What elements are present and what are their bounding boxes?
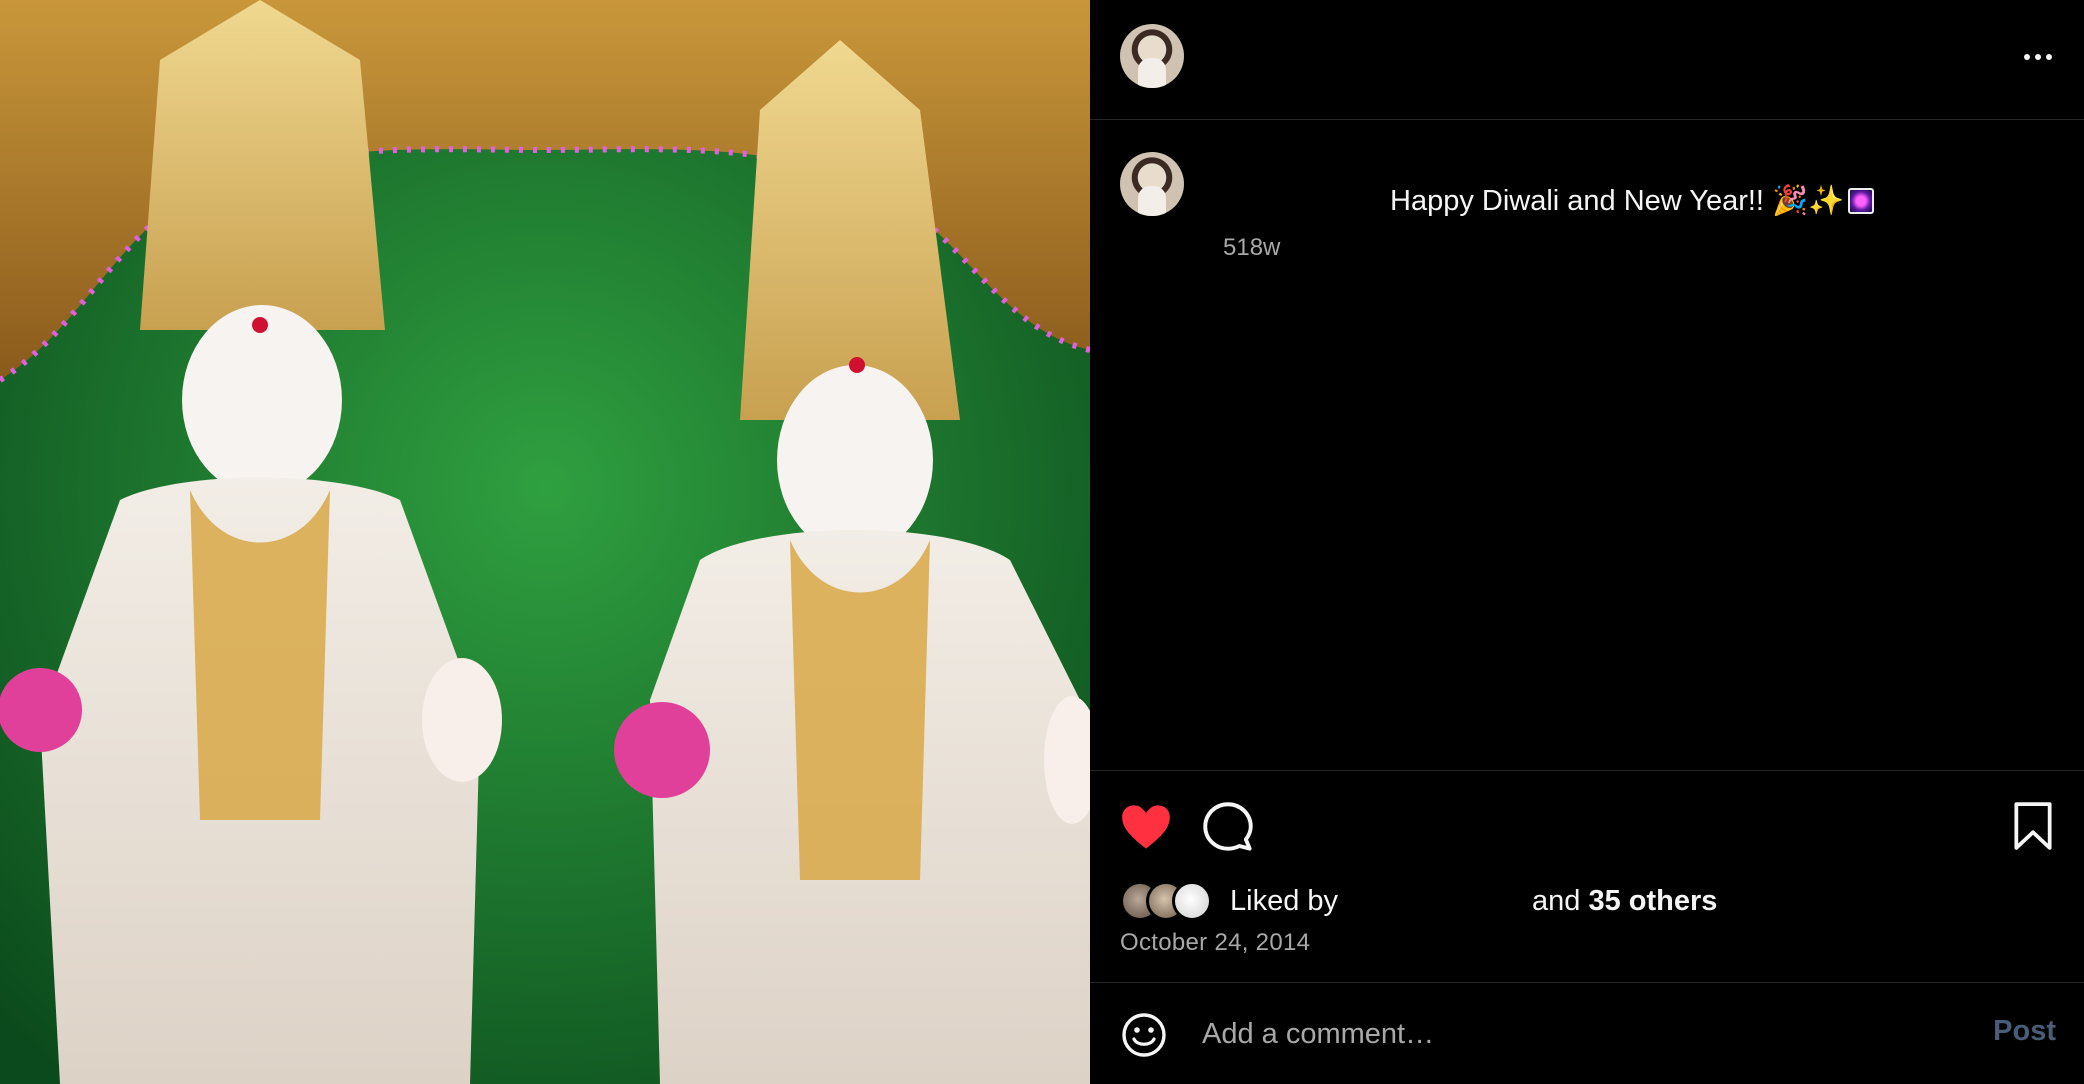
likes-summary[interactable]: Liked by and 35 others <box>1120 879 2020 923</box>
more-options-icon[interactable] <box>2018 42 2058 72</box>
liked-by-label: Liked by <box>1230 885 1339 917</box>
liker-avatar <box>1172 881 1212 921</box>
dot <box>2046 54 2052 60</box>
caption-text: Happy Diwali and New Year!! 🎉✨ <box>1390 184 1875 218</box>
bookmark-icon[interactable] <box>2012 801 2054 851</box>
caption-body: Happy Diwali and New Year!! 🎉✨ <box>1390 185 1845 217</box>
emoji-icon[interactable] <box>1120 1011 1168 1059</box>
comment-bar: Post <box>1090 982 2084 1084</box>
post-comment-button[interactable]: Post <box>1993 1015 2056 1048</box>
caption-author-avatar[interactable] <box>1120 152 1184 216</box>
dot <box>2024 54 2030 60</box>
heart-icon[interactable] <box>1120 803 1172 851</box>
likes-and: and <box>1532 885 1581 917</box>
post-date: October 24, 2014 <box>1120 929 1311 956</box>
dot <box>2035 54 2041 60</box>
actions-section: Liked by and 35 others October 24, 2014 <box>1090 770 2084 980</box>
liker-avatars <box>1120 881 1230 921</box>
post-image[interactable] <box>0 0 1090 1084</box>
caption-section: Happy Diwali and New Year!! 🎉✨ 518w <box>1090 120 2084 770</box>
post-time-ago[interactable]: 518w <box>1223 234 1280 262</box>
comment-icon[interactable] <box>1202 801 1254 853</box>
post-details-panel: Happy Diwali and New Year!! 🎉✨ 518w Like… <box>1090 0 2084 1084</box>
likes-others-count: 35 others <box>1588 885 1718 917</box>
comment-input[interactable] <box>1202 1007 1922 1061</box>
caption-row: Happy Diwali and New Year!! 🎉✨ 518w <box>1090 150 2084 261</box>
fireworks-emoji-icon <box>1848 188 1875 214</box>
post-header <box>1090 0 2084 120</box>
likes-others[interactable]: and 35 others <box>1532 885 1717 918</box>
author-avatar[interactable] <box>1120 24 1184 88</box>
